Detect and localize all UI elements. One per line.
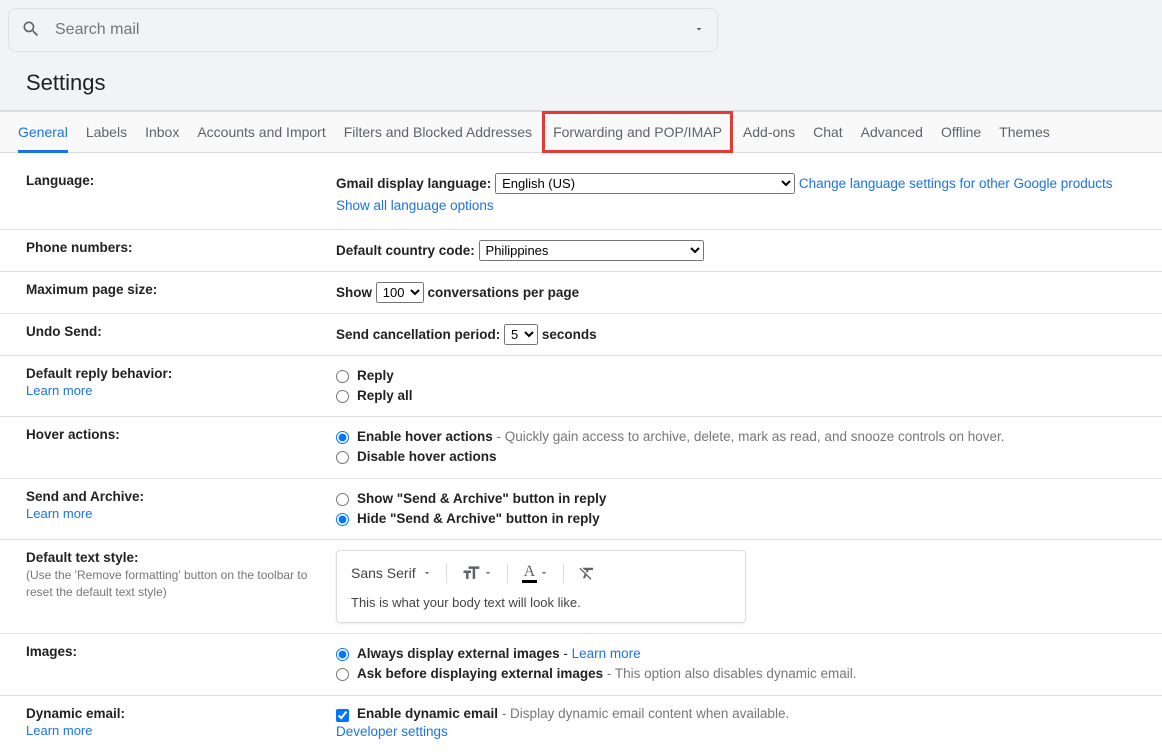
tab-general[interactable]: General [18, 112, 68, 152]
toolbar-separator [507, 563, 508, 583]
remove-formatting-button[interactable] [578, 564, 596, 582]
search-input[interactable] [41, 21, 693, 39]
show-all-languages-link[interactable]: Show all language options [336, 198, 494, 213]
show-send-archive-text: Show "Send & Archive" button in reply [357, 489, 606, 509]
hide-send-archive-radio[interactable] [336, 513, 349, 526]
show-send-archive-radio[interactable] [336, 493, 349, 506]
country-code-select[interactable]: Philippines [479, 240, 704, 261]
enable-dynamic-email-text: Enable dynamic email [357, 706, 498, 721]
font-family-value: Sans Serif [351, 565, 416, 581]
phone-numbers-label: Phone numbers: [26, 240, 133, 255]
page-size-select[interactable]: 100 [376, 282, 424, 303]
page-size-post: conversations per page [428, 285, 580, 300]
reply-option-reply: Reply [357, 366, 394, 386]
tab-inbox[interactable]: Inbox [145, 112, 179, 152]
search-bar[interactable] [8, 8, 718, 52]
page-title: Settings [8, 52, 1154, 110]
enable-dynamic-email-checkbox[interactable] [336, 709, 349, 722]
reply-all-radio[interactable] [336, 390, 349, 403]
hover-actions-label: Hover actions: [26, 427, 120, 442]
tab-offline[interactable]: Offline [941, 112, 981, 152]
tab-filters-blocked[interactable]: Filters and Blocked Addresses [344, 112, 532, 152]
enable-hover-desc: - Quickly gain access to archive, delete… [493, 429, 1005, 444]
enable-hover-text: Enable hover actions [357, 429, 493, 444]
tab-addons[interactable]: Add-ons [743, 112, 795, 152]
undo-send-label: Undo Send: [26, 324, 102, 339]
hide-send-archive-text: Hide "Send & Archive" button in reply [357, 509, 600, 529]
images-learn-more-link[interactable]: Learn more [572, 646, 641, 661]
chevron-down-icon [483, 568, 493, 578]
dynamic-email-label: Dynamic email: [26, 706, 125, 721]
always-display-images-radio[interactable] [336, 648, 349, 661]
disable-hover-radio[interactable] [336, 451, 349, 464]
undo-pre: Send cancellation period: [336, 327, 500, 342]
tab-themes[interactable]: Themes [999, 112, 1050, 152]
toolbar-separator [563, 563, 564, 583]
disable-hover-text: Disable hover actions [357, 447, 497, 467]
page-size-pre: Show [336, 285, 372, 300]
tab-chat[interactable]: Chat [813, 112, 843, 152]
text-color-icon: A [522, 564, 538, 583]
default-text-style-label: Default text style: [26, 550, 139, 565]
tab-forwarding-pop-imap[interactable]: Forwarding and POP/IMAP [542, 111, 733, 153]
remove-formatting-icon [578, 564, 596, 582]
font-size-button[interactable] [461, 563, 493, 583]
display-language-label: Gmail display language: [336, 176, 491, 191]
default-reply-label: Default reply behavior: [26, 366, 172, 381]
change-language-link[interactable]: Change language settings for other Googl… [799, 176, 1113, 191]
toolbar-separator [446, 563, 447, 583]
text-style-sample: This is what your body text will look li… [349, 593, 733, 614]
archive-learn-more-link[interactable]: Learn more [26, 506, 92, 521]
max-page-size-label: Maximum page size: [26, 282, 157, 297]
ask-before-images-desc: - This option also disables dynamic emai… [603, 666, 856, 681]
search-options-dropdown-icon[interactable] [693, 23, 705, 38]
tab-labels[interactable]: Labels [86, 112, 127, 152]
ask-before-images-radio[interactable] [336, 668, 349, 681]
text-style-panel: Sans Serif A [336, 550, 746, 623]
font-family-button[interactable]: Sans Serif [351, 565, 432, 581]
default-country-code-label: Default country code: [336, 243, 475, 258]
images-label: Images: [26, 644, 77, 659]
dynamic-learn-more-link[interactable]: Learn more [26, 723, 92, 738]
settings-tabs: General Labels Inbox Accounts and Import… [0, 111, 1162, 153]
enable-hover-radio[interactable] [336, 431, 349, 444]
language-label: Language: [26, 173, 94, 188]
tab-accounts-import[interactable]: Accounts and Import [197, 112, 325, 152]
undo-post: seconds [542, 327, 597, 342]
developer-settings-link[interactable]: Developer settings [336, 724, 448, 739]
search-icon [21, 19, 41, 42]
send-archive-label: Send and Archive: [26, 489, 144, 504]
reply-option-replyall: Reply all [357, 386, 413, 406]
reply-learn-more-link[interactable]: Learn more [26, 383, 92, 398]
reply-radio[interactable] [336, 370, 349, 383]
text-size-icon [461, 563, 481, 583]
ask-before-images-text: Ask before displaying external images [357, 666, 603, 681]
chevron-down-icon [539, 568, 549, 578]
default-text-style-sub: (Use the 'Remove formatting' button on t… [26, 567, 336, 601]
tab-advanced[interactable]: Advanced [861, 112, 923, 152]
chevron-down-icon [422, 568, 432, 578]
undo-period-select[interactable]: 5 [504, 324, 538, 345]
enable-dynamic-email-desc: - Display dynamic email content when ava… [498, 706, 789, 721]
text-color-button[interactable]: A [522, 564, 550, 583]
display-language-select[interactable]: English (US) [495, 173, 795, 194]
always-display-images-text: Always display external images [357, 646, 560, 661]
